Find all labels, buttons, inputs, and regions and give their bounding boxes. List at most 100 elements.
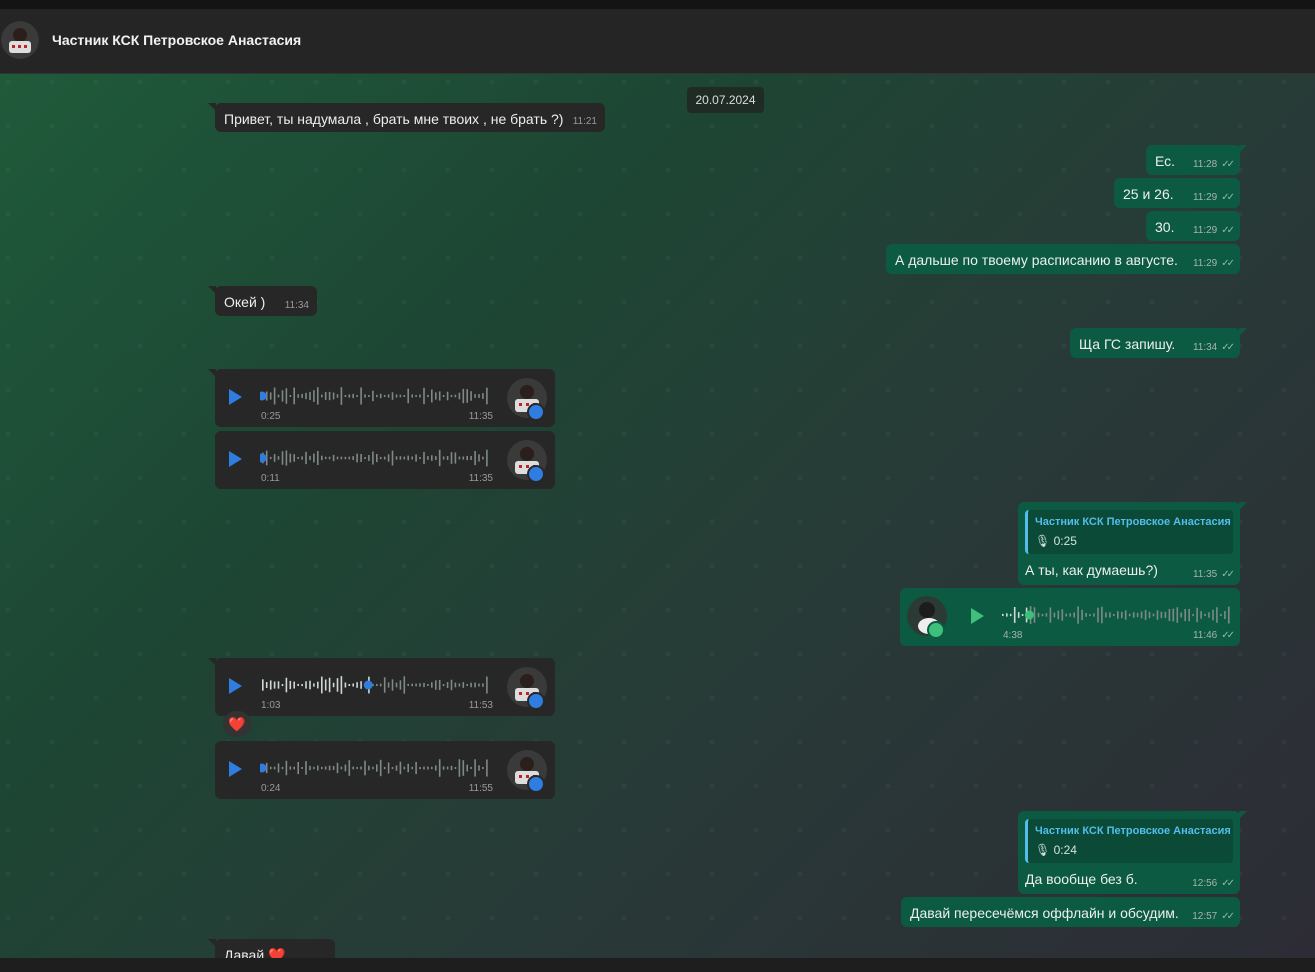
waveform-bar (391, 679, 394, 691)
waveform-bar (305, 761, 307, 775)
message-outgoing[interactable]: 30. 11:29 ✓✓ (1146, 211, 1240, 241)
play-icon[interactable] (229, 678, 242, 694)
playback-position-dot[interactable] (260, 391, 267, 401)
waveform-bar (482, 456, 484, 460)
waveform-bar (376, 683, 378, 686)
waveform-bar (411, 394, 413, 398)
voice-waveform[interactable] (260, 383, 492, 409)
waveform-bar (356, 682, 358, 688)
waveform-bar (431, 766, 433, 770)
message-time: 11:35 (1192, 569, 1218, 580)
waveform-bar (352, 766, 354, 770)
waveform-bar (269, 392, 272, 400)
message-outgoing[interactable]: Ес. 11:28 ✓✓ (1146, 145, 1247, 175)
voice-waveform[interactable] (260, 445, 492, 471)
voice-duration: 4:38 (1003, 630, 1023, 641)
voice-waveform[interactable] (1000, 602, 1234, 628)
waveform-bar (454, 767, 457, 769)
contact-avatar[interactable] (1, 21, 39, 59)
waveform-bar (1148, 611, 1151, 619)
waveform-bar (1017, 612, 1020, 618)
waveform-bar (324, 392, 327, 400)
waveform-bar (332, 454, 335, 462)
waveform-bar (1065, 613, 1067, 617)
waveform-bar (454, 452, 457, 464)
waveform-bar (372, 451, 374, 465)
waveform-bar (1097, 607, 1099, 623)
waveform-bar (1013, 607, 1016, 623)
message-outgoing[interactable]: А дальше по твоему расписанию в августе.… (886, 244, 1240, 274)
waveform-bar (352, 683, 354, 687)
message-outgoing[interactable]: 25 и 26. 11:29 ✓✓ (1114, 178, 1240, 208)
waveform-bar (336, 678, 339, 692)
message-incoming[interactable]: Привет, ты надумала , брать мне твоих , … (208, 103, 605, 132)
waveform-bar (277, 681, 280, 689)
message-outgoing[interactable]: Давай пересечёмся оффлайн и обсудим. 12:… (901, 897, 1240, 927)
message-incoming[interactable]: Окей ) 11:34 (208, 286, 317, 316)
reply-message-outgoing[interactable]: Частник КСК Петровское Анастасия 🎙 0:24 … (1018, 811, 1247, 894)
playback-position-dot[interactable] (1024, 610, 1034, 620)
waveform-bar (328, 677, 331, 693)
waveform-bar (289, 766, 292, 770)
composer-bar[interactable] (0, 958, 1315, 972)
playback-position-dot[interactable] (260, 453, 267, 463)
heart-reaction[interactable]: ❤️ (223, 711, 251, 737)
playback-position-dot[interactable] (363, 680, 373, 690)
waveform-bar (1073, 612, 1075, 618)
waveform-bar (281, 766, 284, 770)
chat-area[interactable]: 20.07.2024 Привет, ты надумала , брать м… (0, 74, 1315, 958)
waveform-bar (466, 455, 468, 461)
waveform-bar (293, 454, 295, 462)
message-time: 11:21 (572, 116, 597, 127)
message-time: 11:29 (1192, 258, 1218, 269)
waveform-bar (340, 766, 343, 770)
waveform-bar (281, 451, 284, 465)
waveform-bar (1081, 609, 1083, 621)
waveform-bar (273, 454, 276, 462)
waveform-bar (423, 682, 425, 688)
quoted-message[interactable]: Частник КСК Петровское Анастасия 🎙 0:24 (1025, 819, 1233, 863)
play-icon[interactable] (229, 761, 242, 777)
message-outgoing[interactable]: Ща ГС запишу. 11:34 ✓✓ (1070, 328, 1247, 358)
waveform-bar (328, 765, 331, 771)
waveform-bar (1121, 611, 1123, 619)
waveform-bar (301, 767, 303, 769)
waveform-bar (407, 388, 409, 404)
voice-message-incoming[interactable]: 0:11 11:35 (215, 431, 555, 489)
play-icon[interactable] (229, 451, 242, 467)
play-icon[interactable] (229, 389, 242, 405)
waveform-bar (383, 456, 386, 460)
waveform-bar (277, 763, 280, 773)
waveform-bar (269, 456, 272, 460)
message-text: 30. (1155, 219, 1175, 235)
voice-message-outgoing[interactable]: 4:38 11:46 ✓✓ (900, 588, 1240, 646)
waveform-bar (399, 680, 402, 690)
waveform-bar (431, 455, 433, 461)
waveform-bar (442, 684, 445, 687)
quoted-message[interactable]: Частник КСК Петровское Анастасия 🎙 0:25 (1025, 510, 1233, 554)
voice-message-incoming[interactable]: 0:24 11:55 (215, 741, 555, 799)
waveform-bar (336, 394, 339, 398)
contact-name[interactable]: Частник КСК Петровское Анастасия (52, 32, 301, 48)
voice-message-incoming[interactable]: 1:03 11:53 (208, 658, 555, 716)
play-icon[interactable] (971, 608, 984, 624)
voice-waveform[interactable] (260, 755, 492, 781)
double-check-icon: ✓✓ (1221, 569, 1235, 580)
voice-message-incoming[interactable]: 0:25 11:35 (208, 369, 555, 427)
waveform-bar (1168, 608, 1171, 621)
waveform-bar (344, 682, 347, 688)
playback-position-dot[interactable] (260, 763, 267, 773)
waveform-bar (1220, 614, 1222, 616)
reply-message-outgoing[interactable]: Частник КСК Петровское Анастасия 🎙 0:25 … (1018, 502, 1247, 585)
voice-waveform[interactable] (260, 672, 492, 698)
waveform-bar (403, 456, 406, 460)
waveform-bar (273, 766, 276, 770)
waveform-bar (446, 391, 449, 401)
double-check-icon: ✓✓ (1221, 630, 1235, 641)
waveform-bar (383, 395, 386, 397)
waveform-bar (1180, 612, 1182, 618)
message-incoming[interactable]: Давай ❤️ (208, 939, 335, 958)
waveform-bar (368, 455, 370, 461)
waveform-bar (376, 394, 378, 398)
sender-avatar (507, 750, 547, 793)
